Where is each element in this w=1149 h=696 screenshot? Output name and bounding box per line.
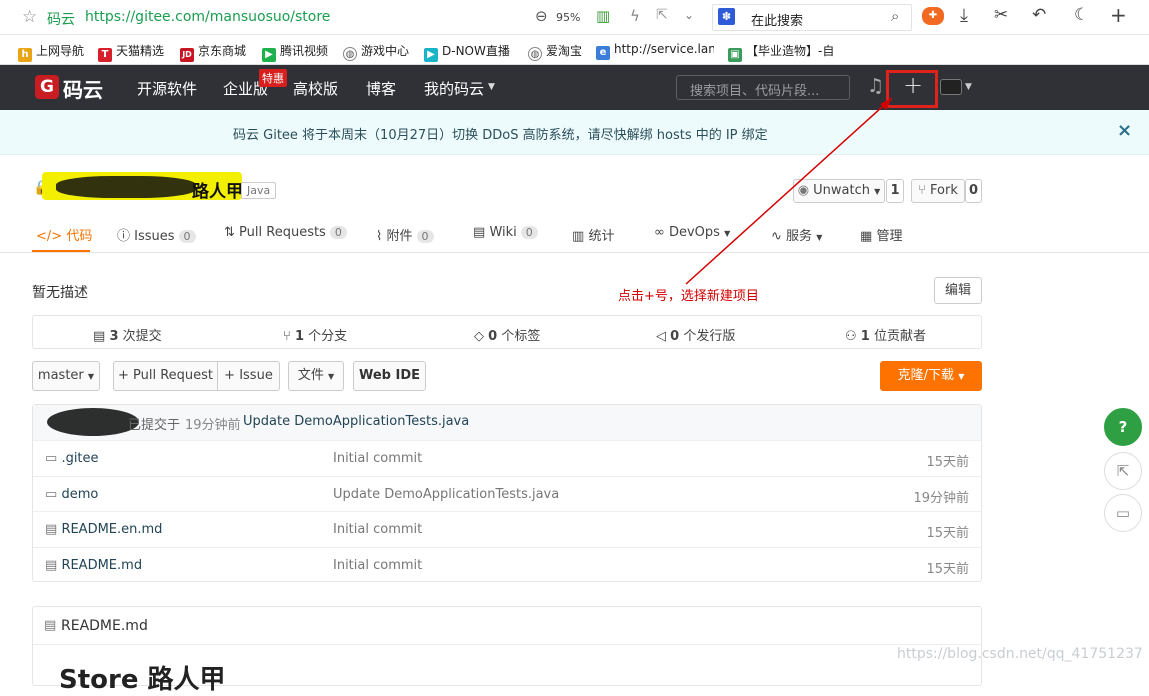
caret-down-icon: ▼ <box>328 372 335 381</box>
file-menu-label: 文件 <box>297 368 324 383</box>
table-row[interactable]: ▭ demo Update DemoApplicationTests.java … <box>33 476 981 512</box>
commit-time: 19分钟前 <box>185 418 241 433</box>
watermark: https://blog.csdn.net/qq_41751237 <box>897 646 1143 662</box>
edit-share-button[interactable]: ⇱ <box>1104 452 1142 490</box>
tag-icon: ◇ <box>474 329 484 344</box>
file-name[interactable]: README.en.md <box>61 522 162 537</box>
new-issue-button[interactable]: + Issue <box>217 361 280 391</box>
branch-select[interactable]: master ▼ <box>32 361 100 391</box>
releases-stat[interactable]: ◁ 0 个发行版 <box>656 325 735 344</box>
chat-icon: ▭ <box>1115 504 1131 522</box>
file-commit-message[interactable]: Update DemoApplicationTests.java <box>333 487 559 502</box>
tags-stat[interactable]: ◇ 0 个标签 <box>474 325 540 344</box>
file-icon: ▤ <box>45 522 58 537</box>
commit-icon: ▤ <box>93 329 106 344</box>
table-row[interactable]: ▤ README.en.md Initial commit 15天前 <box>33 511 981 547</box>
caret-down-icon: ▼ <box>87 372 95 381</box>
clone-download-label: 克隆/下载 <box>897 368 955 383</box>
folder-icon: ▭ <box>45 451 58 466</box>
commits-stat[interactable]: ▤ 3 次提交 <box>93 325 162 344</box>
table-row[interactable]: ▤ README.md Initial commit 15天前 <box>33 547 981 583</box>
file-commit-message[interactable]: Initial commit <box>333 558 422 573</box>
readme-heading: Store 路人甲 <box>59 665 226 695</box>
external-edit-icon: ⇱ <box>1116 462 1130 480</box>
web-ide-button[interactable]: Web IDE <box>353 361 426 391</box>
new-pull-request-button[interactable]: + Pull Request <box>113 361 218 391</box>
caret-down-icon: ▼ <box>958 372 965 381</box>
author-scribble <box>47 408 139 436</box>
file-commit-message[interactable]: Initial commit <box>333 451 422 466</box>
file-time: 15天前 <box>926 526 969 541</box>
branch-name: master <box>37 368 84 383</box>
branch-icon: ⑂ <box>283 329 291 344</box>
last-commit-bar: 已提交于 19分钟前 Update DemoApplicationTests.j… <box>33 405 981 440</box>
table-row[interactable]: ▭ .gitee Initial commit 15天前 <box>33 440 981 476</box>
release-icon: ◁ <box>656 329 666 344</box>
contributors-stat[interactable]: ⚇ 1 位贡献者 <box>845 325 926 344</box>
file-time: 15天前 <box>926 562 969 577</box>
readme-panel: ▤ README.md Store 路人甲 <box>32 606 982 695</box>
people-icon: ⚇ <box>845 329 857 344</box>
commit-prefix: 已提交于 <box>128 418 181 433</box>
clone-download-button[interactable]: 克隆/下载 ▼ <box>880 361 982 391</box>
file-time: 15天前 <box>926 455 969 470</box>
readme-header: ▤ README.md <box>33 607 981 645</box>
file-icon: ▤ <box>44 618 57 633</box>
file-time: 19分钟前 <box>913 491 969 506</box>
file-commit-message[interactable]: Initial commit <box>333 522 422 537</box>
file-name[interactable]: .gitee <box>61 451 98 466</box>
file-icon: ▤ <box>45 558 58 573</box>
file-menu-button[interactable]: 文件 ▼ <box>288 361 344 391</box>
annotation-text: 点击+号，选择新建项目 <box>618 289 759 304</box>
feedback-button[interactable]: ▭ <box>1104 494 1142 532</box>
branches-stat[interactable]: ⑂ 1 个分支 <box>283 325 347 344</box>
readme-title: README.md <box>61 618 148 634</box>
file-name[interactable]: README.md <box>61 558 142 573</box>
help-button[interactable]: ? <box>1104 408 1142 446</box>
commit-message[interactable]: Update DemoApplicationTests.java <box>243 414 469 429</box>
file-name[interactable]: demo <box>61 487 98 502</box>
folder-icon: ▭ <box>45 487 58 502</box>
